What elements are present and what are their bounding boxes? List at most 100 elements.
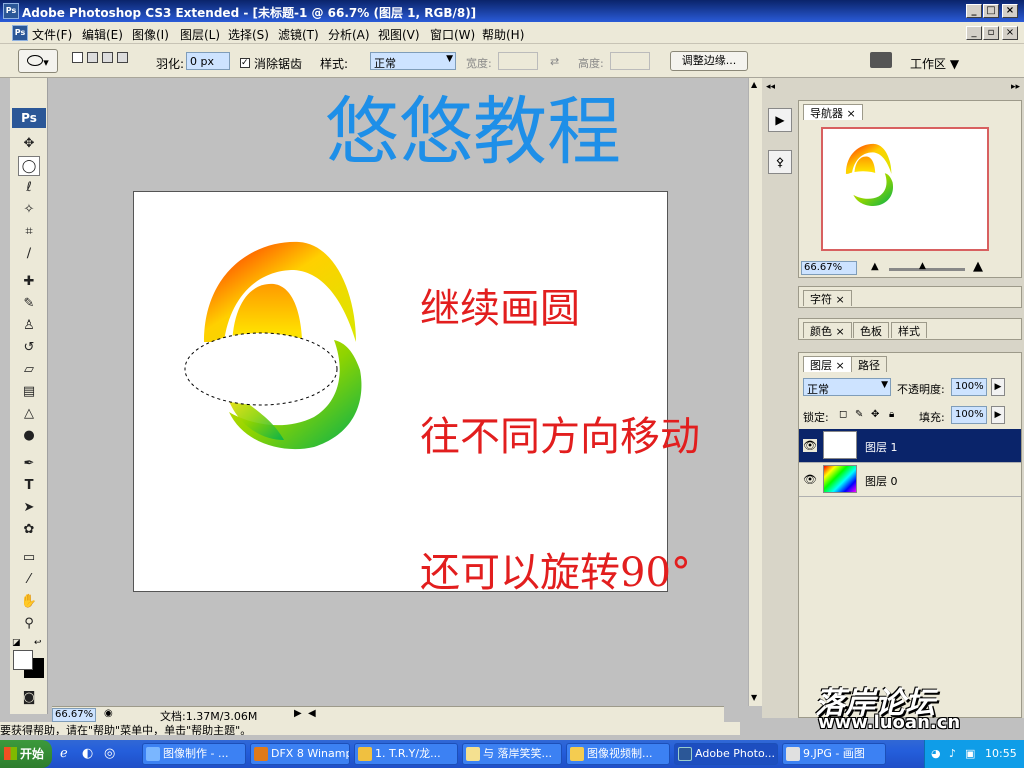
path-select-icon[interactable]: ➤ bbox=[18, 498, 40, 518]
type-tool-icon[interactable]: T bbox=[18, 476, 40, 496]
tab-color[interactable]: 颜色 × bbox=[803, 322, 852, 338]
navigator-zoom-field[interactable]: 66.67% bbox=[801, 261, 857, 275]
taskbar-item[interactable]: 1. T.R.Y/龙... bbox=[354, 743, 458, 765]
minimize-button[interactable]: _ bbox=[966, 4, 982, 18]
default-colors-icon[interactable]: ◪ bbox=[12, 638, 21, 648]
taskbar-item[interactable]: 与 落岸笑笑... bbox=[462, 743, 562, 765]
blur-icon[interactable]: △ bbox=[18, 404, 40, 424]
status-menu-arrow-icon[interactable]: ▶ bbox=[294, 708, 302, 719]
opacity-input[interactable]: 100% bbox=[951, 378, 987, 396]
menu-window[interactable]: 窗口(W) bbox=[430, 26, 475, 43]
eye-icon[interactable]: 👁︎ bbox=[803, 439, 817, 452]
tab-layers[interactable]: 图层 × bbox=[803, 356, 852, 372]
eraser-icon[interactable]: ▱ bbox=[18, 360, 40, 380]
close-button[interactable]: × bbox=[1002, 4, 1018, 18]
hand-icon[interactable]: ✋ bbox=[18, 592, 40, 612]
custom-shape-icon[interactable]: ✿ bbox=[18, 520, 40, 540]
history-brush-icon[interactable]: ↺ bbox=[18, 338, 40, 358]
eye-icon[interactable]: 👁︎ bbox=[803, 473, 817, 486]
eyedropper-icon[interactable]: ⁄ bbox=[18, 570, 40, 590]
antialias-checkbox[interactable]: ✓ bbox=[240, 55, 250, 68]
workspace-button[interactable]: 工作区 ▼ bbox=[910, 55, 959, 72]
layer-row[interactable]: 👁︎ 图层 1 bbox=[799, 429, 1021, 463]
zoom-in-icon[interactable]: ▲ bbox=[973, 259, 983, 274]
foreground-color-swatch[interactable] bbox=[13, 650, 33, 670]
navigator-preview[interactable] bbox=[821, 127, 989, 251]
ie-icon[interactable]: ℯ bbox=[60, 746, 68, 761]
blend-mode-select[interactable]: 正常 ▼ bbox=[803, 378, 891, 396]
brush-icon[interactable]: ✎ bbox=[18, 294, 40, 314]
move-tool-icon[interactable]: ✥ bbox=[18, 134, 40, 154]
ps-logo[interactable]: Ps bbox=[12, 108, 46, 128]
zoom-slider-handle[interactable]: ▲ bbox=[919, 261, 926, 271]
document-canvas[interactable]: 继续画圆 往不同方向移动 还可以旋转90° bbox=[133, 191, 700, 596]
menu-view[interactable]: 视图(V) bbox=[378, 26, 420, 43]
menu-analysis[interactable]: 分析(A) bbox=[328, 26, 370, 43]
zoom-out-icon[interactable]: ▲ bbox=[871, 261, 879, 272]
menu-image[interactable]: 图像(I) bbox=[132, 26, 169, 43]
menu-help[interactable]: 帮助(H) bbox=[482, 26, 524, 43]
dodge-icon[interactable]: ● bbox=[18, 426, 40, 446]
tray-volume-icon[interactable]: ♪ bbox=[949, 747, 956, 760]
taskbar-item[interactable]: 图像视频制... bbox=[566, 743, 670, 765]
intersect-selection-icon[interactable] bbox=[117, 52, 128, 63]
media-icon[interactable]: ◐ bbox=[82, 746, 93, 761]
tab-navigator[interactable]: 导航器 × bbox=[803, 104, 863, 120]
elliptical-marquee-icon[interactable]: ◯ bbox=[18, 156, 40, 176]
fill-input[interactable]: 100% bbox=[951, 406, 987, 424]
h-scroll-left-icon[interactable]: ◀ bbox=[308, 708, 316, 719]
dock-expand-icon[interactable]: ◂◂ bbox=[766, 82, 775, 92]
lock-all-icon[interactable]: 🔒︎ bbox=[889, 409, 894, 420]
taskbar-item[interactable]: 9.JPG - 画图 bbox=[782, 743, 886, 765]
panel-collapse-icon[interactable]: ▸▸ bbox=[1011, 82, 1020, 92]
crop-icon[interactable]: ⌗ bbox=[18, 222, 40, 242]
tray-qq-icon[interactable]: ◕ bbox=[931, 747, 941, 760]
feather-input[interactable]: 0 px bbox=[186, 52, 230, 70]
scroll-up-icon[interactable]: ▲ bbox=[751, 80, 757, 89]
clock[interactable]: 10:55 bbox=[985, 747, 1017, 760]
tray-network-icon[interactable]: ▣ bbox=[965, 747, 975, 760]
tab-swatches[interactable]: 色板 bbox=[853, 322, 889, 338]
opacity-arrow-icon[interactable]: ▶ bbox=[991, 378, 1005, 396]
swap-icon[interactable]: ⇄ bbox=[550, 55, 559, 68]
title-bar[interactable]: Ps Adobe Photoshop CS3 Extended - [未标题-1… bbox=[0, 0, 1024, 22]
zoom-field[interactable]: 66.67% bbox=[52, 708, 96, 722]
doc-close-button[interactable]: × bbox=[1002, 26, 1018, 40]
slice-icon[interactable]: ∕ bbox=[18, 244, 40, 264]
healing-brush-icon[interactable]: ✚ bbox=[18, 272, 40, 292]
tab-character[interactable]: 字符 × bbox=[803, 290, 852, 306]
clone-stamp-icon[interactable]: ♙ bbox=[18, 316, 40, 336]
lock-position-icon[interactable]: ✥ bbox=[871, 409, 879, 420]
taskbar-item[interactable]: DFX 8 Winamp bbox=[250, 743, 350, 765]
swap-colors-icon[interactable]: ↩ bbox=[34, 638, 42, 648]
style-select[interactable]: 正常 ▼ bbox=[370, 52, 456, 70]
doc-minimize-button[interactable]: _ bbox=[966, 26, 982, 40]
taskbar-item[interactable]: 图像制作 - ... bbox=[142, 743, 246, 765]
add-selection-icon[interactable] bbox=[87, 52, 98, 63]
lock-image-icon[interactable]: ✎ bbox=[855, 409, 863, 420]
tool-preset-picker[interactable]: ▾ bbox=[18, 49, 58, 73]
quick-mask-icon[interactable]: ◙ bbox=[18, 688, 40, 708]
actions-panel-icon[interactable]: ▶ bbox=[768, 108, 792, 132]
new-selection-icon[interactable] bbox=[72, 52, 83, 63]
canvas-vertical-scrollbar[interactable]: ▲ ▼ bbox=[748, 78, 762, 706]
magic-wand-icon[interactable]: ✧ bbox=[18, 200, 40, 220]
pen-icon[interactable]: ✒ bbox=[18, 454, 40, 474]
maximize-button[interactable]: □ bbox=[983, 4, 999, 18]
menu-file[interactable]: 文件(F) bbox=[32, 26, 72, 43]
menu-layer[interactable]: 图层(L) bbox=[180, 26, 220, 43]
tab-paths[interactable]: 路径 bbox=[851, 356, 887, 372]
width-input[interactable] bbox=[498, 52, 538, 70]
notes-icon[interactable]: ▭ bbox=[18, 548, 40, 568]
tool-presets-panel-icon[interactable]: ⚴ bbox=[768, 150, 792, 174]
scroll-down-icon[interactable]: ▼ bbox=[751, 693, 757, 702]
start-button[interactable]: 开始 bbox=[0, 740, 52, 768]
selection-mode-icons[interactable] bbox=[72, 52, 140, 70]
height-input[interactable] bbox=[610, 52, 650, 70]
status-arrow-icon[interactable]: ◉ bbox=[104, 708, 113, 719]
menu-edit[interactable]: 编辑(E) bbox=[82, 26, 123, 43]
document-icon[interactable]: Ps bbox=[12, 25, 28, 41]
subtract-selection-icon[interactable] bbox=[102, 52, 113, 63]
taskbar-item[interactable]: Adobe Photo... bbox=[674, 743, 778, 765]
gradient-icon[interactable]: ▤ bbox=[18, 382, 40, 402]
